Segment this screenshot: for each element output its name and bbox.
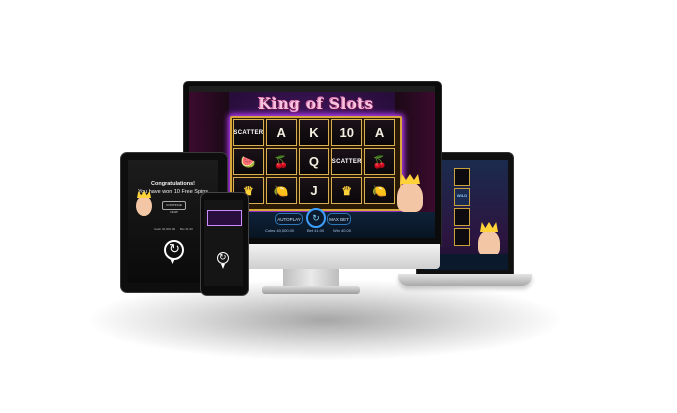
pin-pointer-icon (170, 258, 175, 264)
king-character-illustration (478, 230, 500, 256)
crown-icon (480, 222, 498, 232)
reel-tile: 🍒 (364, 148, 395, 175)
rotate-device-icon: ↻ (164, 240, 184, 260)
watermelon-icon: 🍉 (240, 154, 256, 169)
crown-icon (400, 174, 420, 184)
tablet-bet-display: Bet 41.00 (180, 227, 193, 231)
reel-tile: 10 (331, 119, 363, 146)
reel-tile: A (265, 119, 297, 146)
monitor-stand-foot (262, 286, 360, 294)
rotate-device-icon: ↻ (217, 252, 229, 264)
reel-tile: Q (298, 148, 330, 175)
reel-tile: SCATTER (233, 119, 264, 146)
reel-tile: 🍉 (233, 148, 264, 175)
phone-screen: ↻ (204, 200, 243, 286)
crown-icon: ♛ (341, 183, 353, 198)
reel-tile: 🍒 (265, 148, 297, 175)
laptop-reel-tile (454, 208, 470, 226)
pin-pointer-icon (221, 264, 225, 269)
laptop-reel-tile (454, 168, 470, 186)
king-character-illustration (397, 182, 423, 212)
max-bet-button[interactable]: MAX BET (327, 213, 351, 225)
reel-tile: SCATTER (331, 148, 363, 175)
laptop-wild-badge: WILD (456, 193, 468, 198)
bet-display: Bet 41.00 (307, 228, 325, 233)
king-character-illustration (136, 196, 152, 216)
lemon-icon: 🍋 (273, 183, 289, 198)
game-logo: King of Slots (258, 95, 374, 113)
continue-button[interactable]: CONTINUE NOW (162, 201, 186, 214)
coins-display: Coins 40,000.00 (265, 228, 295, 233)
reel-tile: J (298, 177, 330, 204)
laptop-base (398, 274, 532, 286)
reel-tile: K (298, 119, 330, 146)
autoplay-button[interactable]: AUTOPLAY (275, 213, 303, 225)
reel-tile: A (364, 119, 395, 146)
reel-tile: 🍋 (364, 177, 395, 204)
tablet-cash-display: Cash 40,000.00 (154, 227, 176, 231)
reel-tile: 🍋 (265, 177, 297, 204)
laptop-wild-tile: WILD (454, 188, 470, 206)
cherries-icon: 🍒 (273, 154, 289, 169)
win-display: Win 40.00 (333, 228, 352, 233)
cherries-icon: 🍒 (372, 154, 388, 169)
laptop-reel-tile (454, 228, 470, 246)
reel-grid: SCATTER A K 10 A 🍉 🍒 Q SCATTER 🍒 ♛ 🍋 J ♛… (233, 119, 395, 204)
spin-button[interactable]: ↻ (306, 208, 326, 228)
phone-reel-preview (207, 210, 242, 226)
refresh-icon: ↻ (312, 213, 320, 223)
reel-tile: ♛ (331, 177, 363, 204)
lemon-icon: 🍋 (372, 183, 388, 198)
monitor-stand-neck (283, 269, 339, 287)
congrats-heading: Congratulations! (151, 181, 195, 187)
